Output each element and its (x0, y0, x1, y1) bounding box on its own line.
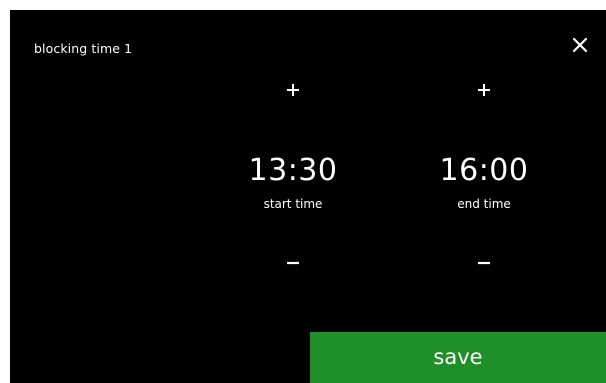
start-time-column: 13:30 start time (228, 70, 358, 300)
minus-icon (287, 261, 299, 265)
plus-icon (478, 84, 490, 96)
minus-icon (478, 261, 490, 265)
start-time-label: start time (263, 197, 323, 211)
end-time-value: 16:00 (439, 153, 529, 188)
dialog-title: blocking time 1 (34, 41, 133, 56)
start-time-decrease-button[interactable] (263, 237, 323, 287)
end-time-column: 16:00 end time (419, 70, 549, 300)
end-time-label: end time (457, 197, 511, 211)
close-button[interactable] (566, 31, 594, 59)
save-button[interactable]: save (310, 332, 606, 383)
start-time-value: 13:30 (248, 153, 338, 188)
end-time-decrease-button[interactable] (454, 237, 514, 287)
blocking-time-dialog: blocking time 1 13:30 start time 16:00 e… (10, 10, 606, 383)
start-time-increase-button[interactable] (263, 70, 323, 120)
plus-icon (287, 84, 299, 96)
end-time-increase-button[interactable] (454, 70, 514, 120)
close-icon (572, 37, 588, 53)
